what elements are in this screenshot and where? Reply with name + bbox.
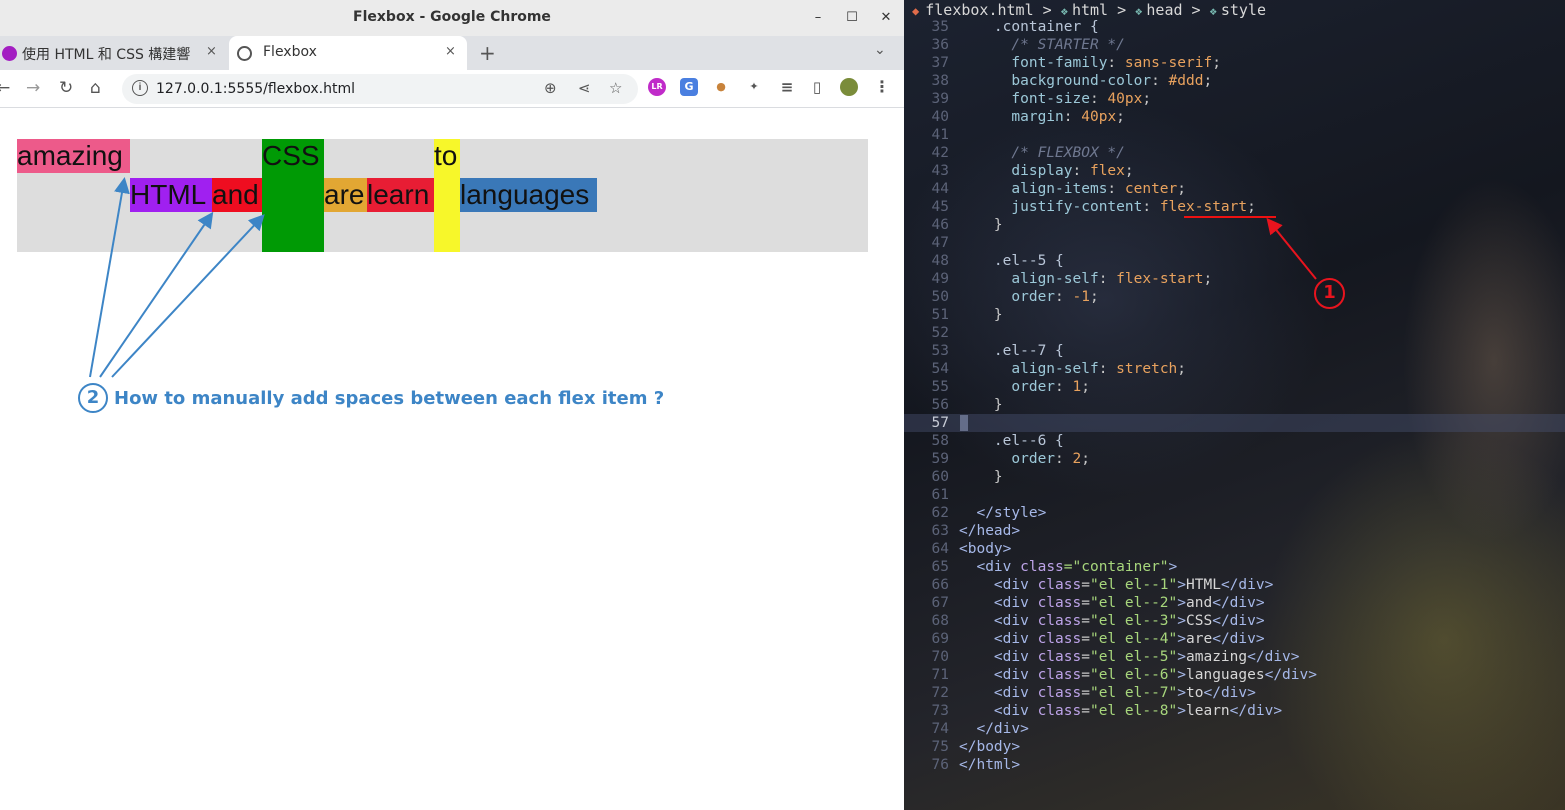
bookmark-star-icon[interactable]: ☆	[609, 79, 622, 97]
annotation-number-badge: 2	[78, 383, 108, 413]
tab-strip: 使用 HTML 和 CSS 構建響 × Flexbox × + ⌄	[0, 36, 904, 70]
forward-arrow-icon[interactable]: →	[26, 78, 40, 98]
tab-close-icon[interactable]: ×	[445, 44, 456, 59]
annotation-red-arrow	[1266, 217, 1317, 280]
site-info-icon[interactable]: i	[132, 80, 148, 96]
tab-flexbox[interactable]: Flexbox ×	[229, 36, 467, 70]
maximize-button[interactable]: ☐	[842, 8, 862, 28]
profile-avatar[interactable]	[840, 78, 858, 96]
side-panel-icon[interactable]: ▯	[808, 78, 826, 96]
extension-lr-icon[interactable]: LR	[648, 78, 666, 96]
tab-search-chevron-icon[interactable]: ⌄	[874, 42, 886, 58]
url-text[interactable]: 127.0.0.1:5555/flexbox.html	[156, 81, 355, 97]
minimize-button[interactable]: –	[808, 8, 828, 28]
site-favicon-icon	[2, 46, 17, 61]
home-icon[interactable]: ⌂	[90, 78, 101, 98]
extensions-puzzle-icon[interactable]: ✦	[745, 78, 763, 96]
arrow-to-and-gap	[99, 211, 214, 378]
back-arrow-icon[interactable]: ←	[0, 78, 10, 98]
browser-menu-icon[interactable]: ⋮	[873, 78, 891, 96]
tab-responsive-html-css[interactable]: 使用 HTML 和 CSS 構建響 ×	[0, 36, 226, 70]
tab-label: Flexbox	[263, 44, 317, 60]
reload-icon[interactable]: ↻	[59, 78, 73, 98]
share-icon[interactable]: ⋖	[578, 79, 591, 97]
media-control-icon[interactable]: ≡	[778, 78, 796, 96]
browser-toolbar: ← → ↻ ⌂ i 127.0.0.1:5555/flexbox.html ⊕ …	[0, 70, 904, 108]
new-tab-button[interactable]: +	[479, 41, 496, 65]
page-viewport: amazing HTML and CSS are learn to langua…	[0, 109, 904, 810]
window-titlebar: Flexbox - Google Chrome – ☐ ✕	[0, 0, 904, 36]
annotation-number-badge: 1	[1314, 278, 1345, 309]
annotation-question: How to manually add spaces between each …	[114, 388, 665, 409]
tab-label: 使用 HTML 和 CSS 構建響	[22, 47, 191, 63]
cookie-extension-icon[interactable]: ●	[712, 78, 730, 96]
arrow-to-html-gap	[89, 177, 130, 378]
annotation-arrows	[89, 177, 265, 378]
window-title: Flexbox - Google Chrome	[353, 9, 551, 25]
browser-window: Flexbox - Google Chrome – ☐ ✕ 使用 HTML 和 …	[0, 0, 904, 810]
tab-close-icon[interactable]: ×	[206, 44, 217, 59]
code-editor: ◆ flexbox.html > ❖ html > ❖ head > ❖ style 3…	[904, 0, 1565, 810]
zoom-icon[interactable]: ⊕	[544, 79, 557, 97]
address-bar[interactable]: i 127.0.0.1:5555/flexbox.html ⊕ ⋖ ☆	[122, 74, 638, 104]
close-window-button[interactable]: ✕	[876, 8, 896, 28]
globe-favicon-icon	[237, 46, 252, 61]
arrow-to-css-gap	[111, 214, 265, 378]
translate-extension-icon[interactable]: G	[680, 78, 698, 96]
